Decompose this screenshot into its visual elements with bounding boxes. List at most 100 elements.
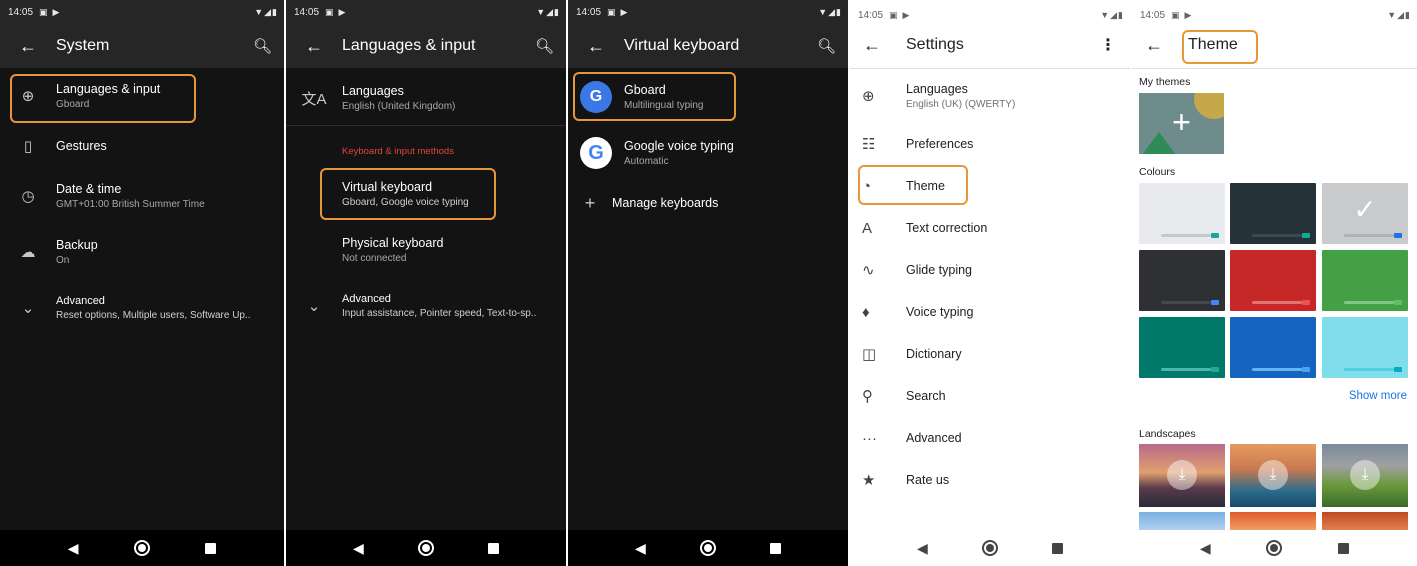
nav-back-icon[interactable]: ◀ bbox=[635, 540, 646, 557]
colour-swatch[interactable] bbox=[1139, 317, 1225, 378]
list-item-languages[interactable]: 文A Languages English (United Kingdom) bbox=[286, 76, 566, 120]
nav-back-icon[interactable]: ◀ bbox=[917, 540, 928, 557]
item-title: Dictionary bbox=[906, 347, 962, 361]
landscape-thumbnail[interactable]: ⤓ bbox=[1139, 444, 1225, 507]
back-arrow-icon[interactable]: ← bbox=[0, 36, 56, 57]
check-icon: ✓ bbox=[1353, 194, 1377, 225]
backup-icon: ☁ bbox=[20, 244, 36, 261]
settings-item-text-correction[interactable]: A Text correction bbox=[850, 210, 1130, 246]
status-bar: 14:05 ▣ ▶ ▼◢▮ bbox=[1132, 6, 1417, 24]
add-theme-button[interactable]: + bbox=[1139, 93, 1224, 154]
section-my-themes: My themes bbox=[1139, 76, 1191, 88]
landscape-thumbnail[interactable] bbox=[1139, 512, 1225, 530]
item-title: Physical keyboard bbox=[342, 236, 444, 250]
colour-swatch[interactable]: ✓ bbox=[1322, 183, 1408, 244]
nav-recents-icon[interactable] bbox=[1051, 542, 1063, 554]
list-item-manage-keyboards[interactable]: + Manage keyboards bbox=[568, 190, 848, 216]
nav-recents-icon[interactable] bbox=[1338, 542, 1350, 554]
item-title: Languages bbox=[342, 84, 404, 98]
settings-item-rate-us[interactable]: ★ Rate us bbox=[850, 462, 1130, 498]
settings-item-advanced[interactable]: ··· Advanced bbox=[850, 420, 1130, 456]
section-header: Keyboard & input methods bbox=[342, 146, 454, 157]
swatch-accent bbox=[1211, 367, 1219, 372]
item-title: Rate us bbox=[906, 473, 950, 487]
item-subtitle: English (UK) (QWERTY) bbox=[906, 99, 1016, 110]
section-landscapes: Landscapes bbox=[1139, 428, 1196, 440]
nav-home-icon[interactable] bbox=[133, 540, 150, 556]
clock-icon: ◷ bbox=[21, 188, 35, 205]
list-item-gestures[interactable]: ▯ Gestures bbox=[0, 124, 284, 168]
nav-recents-icon[interactable] bbox=[205, 542, 217, 554]
swatch-bar bbox=[1161, 301, 1211, 304]
item-subtitle: Not connected bbox=[342, 253, 407, 264]
landscape-thumbnail[interactable]: ⤓ bbox=[1230, 444, 1316, 507]
more-vert-icon[interactable]: ⋮ bbox=[1100, 35, 1116, 55]
list-item-physical-keyboard[interactable]: Physical keyboard Not connected bbox=[286, 228, 566, 272]
item-title: Voice typing bbox=[906, 305, 974, 319]
landscape-thumbnail[interactable]: ⤓ bbox=[1322, 444, 1408, 507]
list-item-advanced[interactable]: ⌄ Advanced Reset options, Multiple users,… bbox=[0, 286, 284, 330]
list-item-date-time[interactable]: ◷ Date & time GMT+01:00 British Summer Ti… bbox=[0, 174, 284, 218]
notification-icon: ▣ bbox=[325, 6, 334, 17]
colour-swatch[interactable] bbox=[1139, 183, 1225, 244]
landscape-thumbnail[interactable] bbox=[1230, 512, 1316, 530]
back-arrow-icon[interactable]: ← bbox=[850, 35, 894, 56]
settings-item-theme[interactable]: ◔ Theme bbox=[850, 168, 1130, 204]
plus-icon: + bbox=[1172, 104, 1191, 140]
landscape-thumbnail[interactable] bbox=[1322, 512, 1408, 530]
nav-home-icon[interactable] bbox=[981, 540, 998, 556]
settings-item-search[interactable]: ⚲ Search bbox=[850, 378, 1130, 414]
plus-icon: + bbox=[584, 192, 596, 213]
colour-swatch[interactable] bbox=[1230, 317, 1316, 378]
nav-home-icon[interactable] bbox=[699, 540, 716, 556]
list-item-google-voice-typing[interactable]: G Google voice typing Automatic bbox=[568, 130, 848, 176]
item-title: Manage keyboards bbox=[612, 196, 719, 210]
gboard-icon: G bbox=[580, 81, 612, 113]
settings-item-dictionary[interactable]: ◫ Dictionary bbox=[850, 336, 1130, 372]
item-title: Date & time bbox=[56, 182, 122, 196]
item-subtitle: Reset options, Multiple users, Software … bbox=[56, 310, 251, 321]
list-item-virtual-keyboard[interactable]: Virtual keyboard Gboard, Google voice typ… bbox=[286, 172, 566, 216]
list-item-advanced[interactable]: ⌄ Advanced Input assistance, Pointer spee… bbox=[286, 284, 566, 328]
colour-swatch[interactable] bbox=[1230, 250, 1316, 311]
show-more-link[interactable]: Show more bbox=[1349, 390, 1407, 402]
swatch-bar bbox=[1161, 368, 1211, 371]
nav-recents-icon[interactable] bbox=[769, 542, 781, 554]
nav-home-icon[interactable] bbox=[1266, 540, 1283, 556]
colour-swatch[interactable] bbox=[1230, 183, 1316, 244]
colour-swatch[interactable] bbox=[1322, 317, 1408, 378]
nav-home-icon[interactable] bbox=[417, 540, 434, 556]
nav-back-icon[interactable]: ◀ bbox=[68, 540, 79, 557]
nav-back-icon[interactable]: ◀ bbox=[1200, 540, 1211, 557]
item-subtitle: Automatic bbox=[624, 156, 669, 167]
settings-item-languages[interactable]: ⊕ Languages English (UK) (QWERTY) bbox=[850, 78, 1130, 114]
nav-back-icon[interactable]: ◀ bbox=[353, 540, 364, 557]
list-item-gboard[interactable]: G Gboard Multilingual typing bbox=[568, 74, 848, 120]
settings-item-voice-typing[interactable]: ♦ Voice typing bbox=[850, 294, 1130, 330]
glide-icon: ∿ bbox=[862, 262, 875, 279]
divider bbox=[1132, 68, 1417, 69]
item-subtitle: English (United Kingdom) bbox=[342, 101, 456, 112]
search-icon[interactable]: 🔍︎ bbox=[535, 37, 554, 55]
swatch-bar bbox=[1344, 301, 1394, 304]
search-icon[interactable]: 🔍︎ bbox=[253, 37, 272, 55]
colour-swatch[interactable] bbox=[1322, 250, 1408, 311]
nav-bar: ◀ bbox=[568, 530, 848, 566]
settings-item-glide-typing[interactable]: ∿ Glide typing bbox=[850, 252, 1130, 288]
status-bar: 14:05 ▣ ▶ ▼◢▮ bbox=[0, 0, 284, 24]
nav-recents-icon[interactable] bbox=[487, 542, 499, 554]
back-arrow-icon[interactable]: ← bbox=[568, 36, 624, 57]
page-title: Settings bbox=[906, 36, 964, 53]
back-arrow-icon[interactable]: ← bbox=[286, 36, 342, 57]
back-arrow-icon[interactable]: ← bbox=[1132, 35, 1176, 56]
colour-swatch[interactable] bbox=[1139, 250, 1225, 311]
settings-item-preferences[interactable]: ☷ Preferences bbox=[850, 126, 1130, 162]
list-item-languages-input[interactable]: ⊕ Languages & input Gboard bbox=[0, 72, 284, 120]
signal-battery-icon: ▼◢▮ bbox=[1100, 9, 1124, 20]
swatch-accent bbox=[1302, 233, 1310, 238]
microphone-icon: ♦ bbox=[862, 303, 870, 321]
status-time: 14:05 bbox=[1140, 9, 1166, 21]
search-icon[interactable]: 🔍︎ bbox=[817, 37, 836, 55]
nav-bar: ◀ bbox=[286, 530, 566, 566]
list-item-backup[interactable]: ☁ Backup On bbox=[0, 230, 284, 274]
